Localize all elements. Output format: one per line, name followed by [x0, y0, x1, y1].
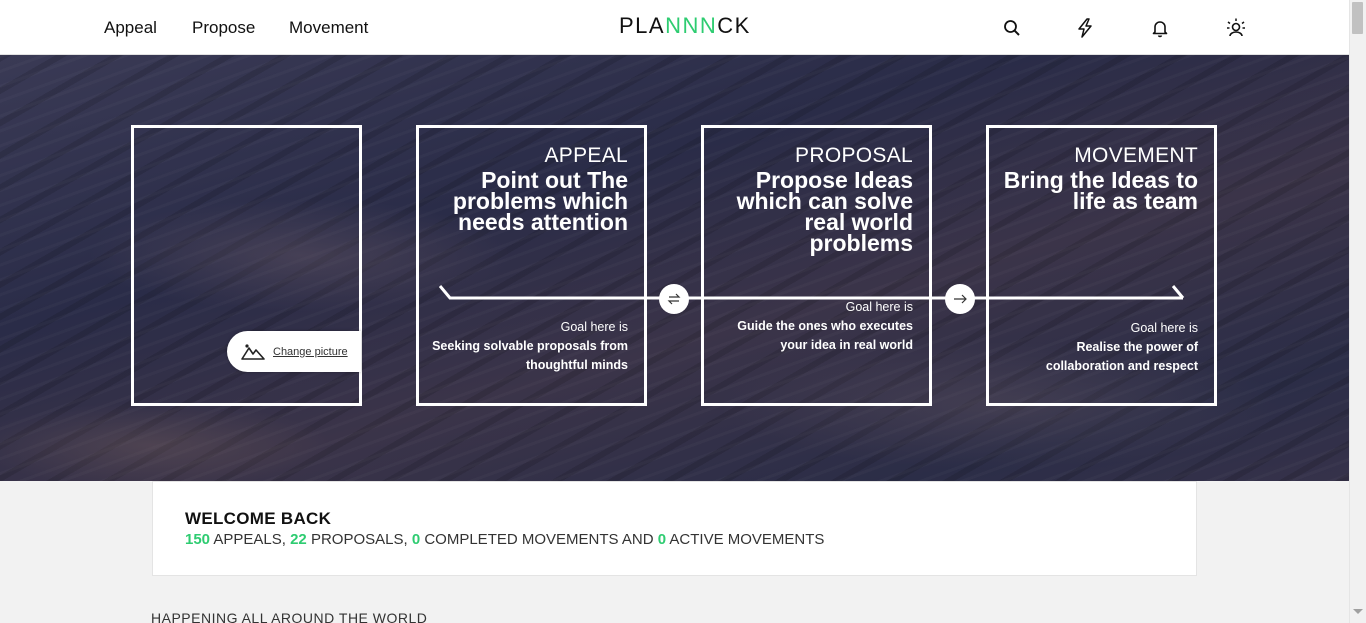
app-logo[interactable]: PLANNNCK — [619, 13, 751, 39]
scroll-down-icon[interactable] — [1353, 609, 1363, 614]
change-picture-button[interactable]: Change picture — [227, 331, 361, 372]
movement-headline: Bring the Ideas to life as team — [1003, 167, 1198, 214]
logo-text-1: PLA — [619, 13, 666, 38]
proposals-count: 22 — [290, 531, 307, 548]
proposals-label: PROPOSALS, — [310, 531, 408, 548]
completed-count: 0 — [411, 531, 421, 548]
welcome-title: WELCOME BACK — [185, 509, 332, 528]
nav-propose[interactable]: Propose — [192, 18, 255, 38]
change-picture-label: Change picture — [273, 345, 348, 358]
scrollbar-thumb[interactable] — [1352, 2, 1363, 34]
appeal-goal-text: Seeking solvable proposals from thoughtf… — [432, 339, 628, 372]
appeals-count: 150 — [185, 531, 211, 548]
logo-text-accent: NNN — [665, 13, 718, 38]
appeal-goal: Goal here is Seeking solvable proposals … — [428, 318, 628, 375]
hero-banner: APPEAL Point out The problems which need… — [0, 55, 1349, 481]
completed-label: COMPLETED MOVEMENTS AND — [424, 531, 654, 548]
appeal-goal-label: Goal here is — [560, 320, 628, 334]
proposal-card[interactable]: PROPOSAL Propose Ideas which can solve r… — [701, 125, 932, 406]
welcome-stats: 150 APPEALS, 22 PROPOSALS, 0 COMPLETED M… — [185, 531, 824, 548]
bell-icon[interactable] — [1149, 17, 1171, 39]
proposal-goal-text: Guide the ones who executes your idea in… — [737, 319, 913, 352]
nav-movement[interactable]: Movement — [289, 18, 368, 38]
movement-title: MOVEMENT — [1074, 144, 1198, 167]
appeals-label: APPEALS, — [213, 531, 286, 548]
welcome-card: WELCOME BACK 150 APPEALS, 22 PROPOSALS, … — [152, 481, 1197, 576]
movement-card[interactable]: MOVEMENT Bring the Ideas to life as team… — [986, 125, 1217, 406]
appeal-headline: Point out The problems which needs atten… — [452, 167, 628, 235]
movement-goal-text: Realise the power of collaboration and r… — [1045, 340, 1198, 373]
proposal-title: PROPOSAL — [795, 144, 913, 167]
section-heading: HAPPENING ALL AROUND THE WORLD — [151, 610, 428, 623]
nav-appeal[interactable]: Appeal — [104, 18, 157, 38]
logo-text-2: CK — [717, 13, 751, 38]
movement-goal-label: Goal here is — [1130, 321, 1198, 335]
proposal-goal: Goal here is Guide the ones who executes… — [713, 298, 913, 355]
flow-connector — [438, 285, 1185, 300]
active-count: 0 — [657, 531, 667, 548]
user-sun-icon[interactable] — [1225, 17, 1247, 39]
search-icon[interactable] — [1001, 17, 1023, 39]
lightning-icon[interactable] — [1074, 17, 1096, 39]
top-header: Appeal Propose Movement PLANNNCK — [0, 0, 1349, 55]
mountain-icon — [241, 343, 265, 360]
appeal-title: APPEAL — [544, 144, 628, 167]
movement-goal: Goal here is Realise the power of collab… — [998, 319, 1198, 376]
active-label: ACTIVE MOVEMENTS — [669, 531, 825, 548]
arrow-right-icon[interactable] — [945, 284, 975, 314]
swap-arrows-icon[interactable] — [659, 284, 689, 314]
proposal-headline: Propose Ideas which can solve real world… — [736, 167, 913, 256]
appeal-card[interactable]: APPEAL Point out The problems which need… — [416, 125, 647, 406]
page-scrollbar[interactable] — [1349, 0, 1366, 623]
